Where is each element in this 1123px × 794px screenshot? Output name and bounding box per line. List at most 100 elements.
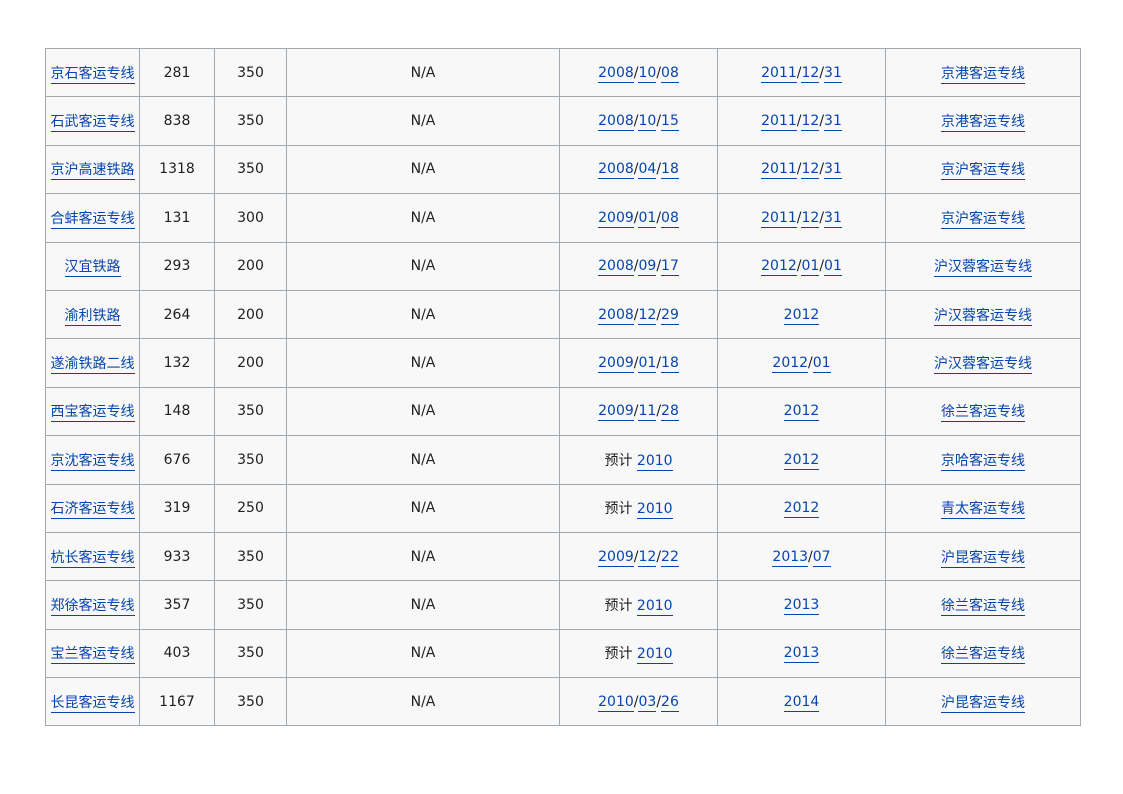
line-name-link[interactable]: 西宝客运专线 (50, 404, 135, 423)
length-cell: 676 (139, 435, 215, 485)
line-name-link[interactable]: 杭长客运专线 (50, 549, 135, 568)
date-link[interactable]: 01 (812, 355, 831, 374)
date-link[interactable]: 12 (638, 548, 657, 567)
date-link[interactable]: 10 (638, 64, 657, 83)
table-row: 遂渝铁路二线 132 200 N/A 2009/01/18 2012/01 沪汉蓉客运专线 (45, 338, 1081, 388)
date-link[interactable]: 2009 (598, 355, 634, 374)
date-link[interactable]: 12 (801, 209, 820, 228)
end-date-cell: 2011/12/31 (717, 144, 886, 195)
corridor-link[interactable]: 京沪客运专线 (941, 162, 1025, 181)
date-link[interactable]: 09 (638, 258, 657, 277)
date-link[interactable]: 28 (661, 403, 679, 422)
date-link[interactable]: 12 (638, 306, 657, 325)
corridor-link[interactable]: 沪汉蓉客运专线 (934, 356, 1032, 375)
date-link[interactable]: 18 (661, 161, 679, 180)
date-link[interactable]: 2012 (783, 451, 820, 470)
date-link[interactable]: 2013 (783, 645, 820, 664)
date-link[interactable]: 2011 (761, 161, 797, 180)
date-link[interactable]: 08 (661, 209, 679, 228)
speed-cell: 200 (214, 338, 287, 388)
start-date-cell: 预计 2010 (559, 483, 718, 533)
date-link[interactable]: 2010 (636, 646, 673, 665)
corridor-link[interactable]: 京港客运专线 (941, 114, 1025, 133)
date-link[interactable]: 12 (801, 64, 820, 83)
line-name-link[interactable]: 合蚌客运专线 (50, 210, 135, 229)
date-link[interactable]: 08 (661, 64, 679, 83)
length-cell: 264 (139, 289, 215, 340)
date-link[interactable]: 31 (824, 64, 842, 83)
corridor-link[interactable]: 京港客运专线 (941, 65, 1025, 84)
date-link[interactable]: 31 (824, 209, 842, 228)
date-link[interactable]: 2008 (598, 113, 634, 132)
date-link[interactable]: 29 (661, 306, 679, 325)
date-link[interactable]: 2012 (761, 258, 797, 277)
date-link[interactable]: 17 (661, 258, 679, 277)
date-link[interactable]: 12 (801, 161, 820, 180)
end-date-cell: 2011/12/31 (717, 47, 886, 98)
line-name-link[interactable]: 石济客运专线 (50, 501, 135, 520)
corridor-link[interactable]: 京沪客运专线 (941, 210, 1025, 229)
date-link[interactable]: 2012 (772, 355, 809, 374)
date-link[interactable]: 12 (801, 113, 820, 132)
corridor-link[interactable]: 沪昆客运专线 (941, 694, 1025, 713)
line-name-link[interactable]: 京沪高速铁路 (50, 162, 135, 181)
date-link[interactable]: 2009 (598, 209, 634, 228)
date-link[interactable]: 01 (801, 258, 820, 277)
corridor-link[interactable]: 京哈客运专线 (941, 452, 1025, 471)
line-name-link[interactable]: 京石客运专线 (50, 65, 135, 84)
line-name-link[interactable]: 长昆客运专线 (50, 694, 135, 713)
corridor-link[interactable]: 徐兰客运专线 (941, 646, 1025, 665)
date-link[interactable]: 01 (638, 355, 657, 374)
date-link[interactable]: 31 (824, 161, 842, 180)
date-link[interactable]: 15 (661, 113, 679, 132)
line-name-link[interactable]: 京沈客运专线 (50, 452, 135, 471)
date-link[interactable]: 2008 (598, 306, 634, 325)
date-link[interactable]: 04 (638, 161, 657, 180)
corridor-link[interactable]: 沪昆客运专线 (941, 549, 1025, 568)
line-name-link[interactable]: 渝利铁路 (64, 307, 121, 326)
speed-cell: 300 (214, 193, 287, 243)
date-link[interactable]: 2012 (783, 306, 820, 325)
date-link[interactable]: 26 (661, 693, 679, 712)
date-link[interactable]: 22 (661, 548, 679, 567)
date-link[interactable]: 31 (824, 113, 842, 132)
table-row: 合蚌客运专线 131 300 N/A 2009/01/08 2011/12/31 京沪客运专… (45, 193, 1081, 243)
date-link[interactable]: 07 (812, 548, 831, 567)
date-link[interactable]: 2012 (783, 403, 820, 422)
date-link[interactable]: 2010 (636, 452, 673, 471)
date-link[interactable]: 2013 (772, 548, 809, 567)
date-link[interactable]: 18 (661, 355, 679, 374)
date-link[interactable]: 2011 (761, 64, 797, 83)
date-link[interactable]: 2009 (598, 403, 634, 422)
date-link[interactable]: 2011 (761, 113, 797, 132)
date-link[interactable]: 2013 (783, 596, 820, 615)
corridor-link[interactable]: 青太客运专线 (941, 501, 1025, 520)
line-name-link[interactable]: 石武客运专线 (50, 114, 135, 133)
date-link[interactable]: 11 (638, 403, 657, 422)
date-link[interactable]: 2008 (598, 258, 634, 277)
corridor-link[interactable]: 徐兰客运专线 (941, 404, 1025, 423)
date-link[interactable]: 01 (824, 258, 842, 277)
line-name-link[interactable]: 汉宜铁路 (64, 259, 121, 278)
date-link[interactable]: 03 (638, 693, 657, 712)
line-name-link[interactable]: 宝兰客运专线 (50, 646, 135, 665)
date-link[interactable]: 2011 (761, 209, 797, 228)
date-link[interactable]: 2008 (598, 64, 634, 83)
length-cell: 148 (139, 386, 215, 437)
date-link[interactable]: 2012 (783, 500, 820, 519)
line-name-link[interactable]: 郑徐客运专线 (50, 597, 135, 616)
date-link[interactable]: 2014 (783, 693, 820, 712)
corridor-link[interactable]: 沪汉蓉客运专线 (934, 307, 1032, 326)
date-link[interactable]: 2009 (598, 548, 634, 567)
date-link[interactable]: 2010 (636, 501, 673, 520)
date-link[interactable]: 2008 (598, 161, 634, 180)
speed-cell: 200 (214, 289, 287, 340)
corridor-link[interactable]: 徐兰客运专线 (941, 597, 1025, 616)
date-link[interactable]: 2010 (598, 693, 634, 712)
date-link[interactable]: 01 (638, 209, 657, 228)
line-name-cell: 合蚌客运专线 (45, 193, 140, 243)
date-link[interactable]: 2010 (636, 597, 673, 616)
corridor-link[interactable]: 沪汉蓉客运专线 (934, 259, 1032, 278)
date-link[interactable]: 10 (638, 113, 657, 132)
line-name-link[interactable]: 遂渝铁路二线 (50, 356, 135, 375)
